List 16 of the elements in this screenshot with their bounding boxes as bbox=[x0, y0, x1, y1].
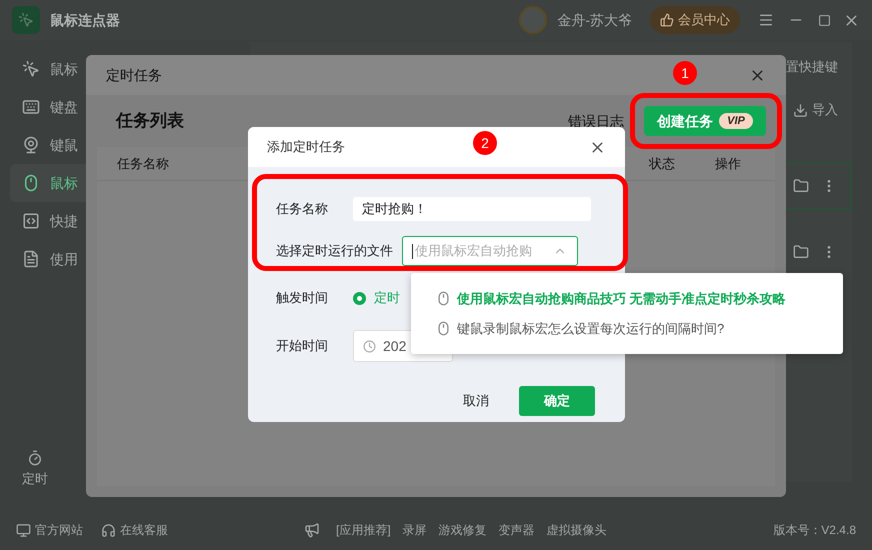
column-header: 任务名称 bbox=[117, 154, 169, 173]
field-label: 选择定时运行的文件 bbox=[276, 242, 393, 260]
apps-label: [应用推荐] bbox=[336, 522, 391, 539]
version-text: 版本号：V2.4.8 bbox=[773, 522, 856, 539]
shortcut-label: 置快捷键 bbox=[786, 58, 838, 76]
window-title: 定时任务 bbox=[106, 66, 162, 84]
app-title: 鼠标连点器 bbox=[50, 10, 120, 30]
user-name: 金舟-苏大爷 bbox=[557, 10, 632, 30]
field-label: 开始时间 bbox=[276, 337, 329, 356]
field-label: 触发时间 bbox=[276, 289, 329, 308]
vip-badge: VIP bbox=[719, 112, 753, 130]
column-header: 操作 bbox=[715, 154, 741, 173]
field-label: 任务名称 bbox=[276, 200, 329, 218]
section-heading: 任务列表 bbox=[116, 110, 184, 132]
column-header: 状态 bbox=[649, 154, 675, 173]
dialog-title: 添加定时任务 bbox=[267, 138, 345, 156]
